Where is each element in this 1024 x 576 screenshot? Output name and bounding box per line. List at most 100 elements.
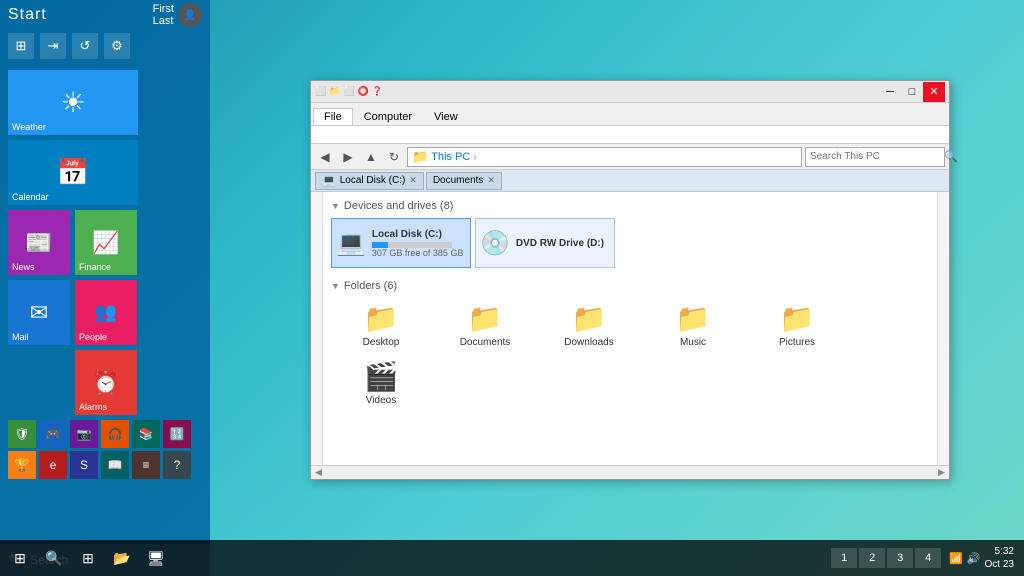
address-path: 📁 This PC › — [407, 147, 802, 167]
devices-section-header: ▼ Devices and drives (8) — [331, 200, 929, 212]
window-controls: ─ □ ✕ — [879, 82, 945, 102]
explorer-taskbar-button[interactable]: 📂 — [106, 542, 138, 574]
tab-computer[interactable]: Computer — [353, 108, 423, 125]
page-1-button[interactable]: 1 — [831, 548, 857, 568]
small-tile-8[interactable]: e — [39, 451, 67, 479]
titlebar-icon-3: ⬜ — [343, 86, 354, 97]
page-2-button[interactable]: 2 — [859, 548, 885, 568]
breadcrumb-tabs: 💻 Local Disk (C:) ✕ Documents ✕ — [311, 170, 949, 192]
folders-section-header: ▼ Folders (6) — [331, 280, 929, 292]
user-avatar[interactable]: 👤 — [178, 3, 202, 27]
clock-time: 5:32 — [995, 546, 1014, 557]
start-toolbar: ⊞ ⇥ ↺ ⚙ — [0, 30, 210, 62]
folder-icon-pictures: 📁 — [780, 302, 815, 335]
tile-row-4: ✉ Mail 👥 People — [8, 280, 202, 345]
folder-name-videos: Videos — [366, 395, 396, 406]
scroll-left[interactable]: ◀ — [315, 467, 322, 478]
page-4-button[interactable]: 4 — [915, 548, 941, 568]
drive-space-c: 307 GB free of 385 GB — [372, 248, 464, 258]
taskbar-left: ⊞ 🔍 ⊞ 📂 🖥 — [4, 542, 172, 574]
small-tile-7[interactable]: 🏆 — [8, 451, 36, 479]
clock-date: Oct 23 — [985, 559, 1014, 570]
drive-info-d: DVD RW Drive (D:) — [516, 238, 604, 249]
tab-view[interactable]: View — [423, 108, 469, 125]
small-tile-3[interactable]: 📷 — [70, 420, 98, 448]
news-tile[interactable]: 📰 News — [8, 210, 70, 275]
small-tile-4[interactable]: 🎧 — [101, 420, 129, 448]
small-tile-1[interactable]: 🛡 — [8, 420, 36, 448]
nav-pane — [311, 192, 323, 465]
devices-label: Devices and drives (8) — [344, 200, 453, 212]
folder-name-desktop: Desktop — [363, 337, 400, 348]
explorer-body: ▼ Devices and drives (8) 💻 Local Disk (C… — [311, 192, 949, 465]
sync-button[interactable]: ↺ — [72, 33, 98, 59]
close-button[interactable]: ✕ — [923, 82, 945, 102]
small-tile-11[interactable]: ≡ — [132, 451, 160, 479]
bc-tab-localdisk[interactable]: 💻 Local Disk (C:) ✕ — [315, 172, 424, 190]
small-tile-12[interactable]: ? — [163, 451, 191, 479]
detail-pane — [937, 192, 949, 465]
minimize-button[interactable]: ─ — [879, 82, 901, 102]
ribbon: File Computer View — [311, 103, 949, 144]
folder-downloads[interactable]: 📁 Downloads — [539, 298, 639, 352]
finance-tile[interactable]: 📈 Finance — [75, 210, 137, 275]
address-bar: ◀ ▶ ▲ ↻ 📁 This PC › 🔍 — [311, 144, 949, 170]
drive-item-d[interactable]: 💿 DVD RW Drive (D:) — [475, 218, 615, 268]
small-tile-5[interactable]: 📚 — [132, 420, 160, 448]
explorer-window: ⬜ 📁 ⬜ ⭕ ❓ ─ □ ✕ File Computer View ◀ ▶ ▲… — [310, 80, 950, 480]
mail-tile[interactable]: ✉ Mail — [8, 280, 70, 345]
scroll-right[interactable]: ▶ — [938, 467, 945, 478]
bc-tab-documents[interactable]: Documents ✕ — [426, 172, 502, 190]
explorer-search-input[interactable] — [810, 151, 942, 162]
start-panel: Start First Last 👤 ⊞ ⇥ ↺ ⚙ ☀ Weather 📅 — [0, 0, 210, 576]
search-taskbar-button[interactable]: 🔍 — [38, 542, 70, 574]
up-button[interactable]: ▲ — [361, 147, 381, 167]
folder-music[interactable]: 📁 Music — [643, 298, 743, 352]
small-tile-9[interactable]: S — [70, 451, 98, 479]
search-box: 🔍 — [805, 147, 945, 167]
bc-close-documents[interactable]: ✕ — [487, 175, 495, 186]
folder-pictures[interactable]: 📁 Pictures — [747, 298, 847, 352]
path-root[interactable]: This PC — [431, 151, 470, 163]
bc-close-localdisk[interactable]: ✕ — [409, 175, 417, 186]
titlebar-icon-5: ❓ — [372, 86, 383, 97]
tab-file[interactable]: File — [313, 108, 353, 125]
folder-icon-music: 📁 — [676, 302, 711, 335]
devices-grid: 💻 Local Disk (C:) 307 GB free of 385 GB … — [331, 218, 929, 268]
settings-button[interactable]: ⚙ — [104, 33, 130, 59]
start-button[interactable]: ⊞ — [4, 542, 36, 574]
people-tile[interactable]: 👥 People — [75, 280, 137, 345]
desktop-button[interactable]: 🖥 — [140, 542, 172, 574]
drive-item-c[interactable]: 💻 Local Disk (C:) 307 GB free of 385 GB — [331, 218, 471, 268]
volume-icon: 🔊 — [967, 552, 981, 565]
small-tile-6[interactable]: 🔢 — [163, 420, 191, 448]
refresh-button[interactable]: ↻ — [384, 147, 404, 167]
task-view-button[interactable]: ⊞ — [72, 542, 104, 574]
clock: 5:32 Oct 23 — [985, 545, 1014, 571]
devices-arrow: ▼ — [331, 201, 340, 211]
power-button[interactable]: ⊞ — [8, 33, 34, 59]
alarms-tile[interactable]: ⏰ Alarms — [75, 350, 137, 415]
drive-icon-c: 💻 — [336, 229, 366, 258]
explorer-search-icon: 🔍 — [944, 150, 958, 163]
maximize-button[interactable]: □ — [901, 82, 923, 102]
tiles-area: ☀ Weather 📅 Calendar 📰 News 📈 Finance — [0, 62, 210, 544]
titlebar-icon-2: 📁 — [329, 86, 340, 97]
small-tile-2[interactable]: 🎮 — [39, 420, 67, 448]
start-title: Start — [8, 6, 47, 24]
page-3-button[interactable]: 3 — [887, 548, 913, 568]
folder-name-pictures: Pictures — [779, 337, 815, 348]
folder-documents[interactable]: 📁 Documents — [435, 298, 535, 352]
switch-button[interactable]: ⇥ — [40, 33, 66, 59]
calendar-tile[interactable]: 📅 Calendar — [8, 140, 138, 205]
folder-desktop[interactable]: 📁 Desktop — [331, 298, 431, 352]
weather-tile[interactable]: ☀ Weather — [8, 70, 138, 135]
bc-label-documents: Documents — [433, 175, 484, 186]
back-button[interactable]: ◀ — [315, 147, 335, 167]
titlebar-icon-1: ⬜ — [315, 86, 326, 97]
forward-button[interactable]: ▶ — [338, 147, 358, 167]
tile-row-5: ⏰ Alarms — [8, 350, 202, 415]
taskbar: ⊞ 🔍 ⊞ 📂 🖥 1 2 3 4 📶 🔊 5:32 Oct 23 — [0, 540, 1024, 576]
small-tile-10[interactable]: 📖 — [101, 451, 129, 479]
folder-videos[interactable]: 🎬 Videos — [331, 356, 431, 410]
